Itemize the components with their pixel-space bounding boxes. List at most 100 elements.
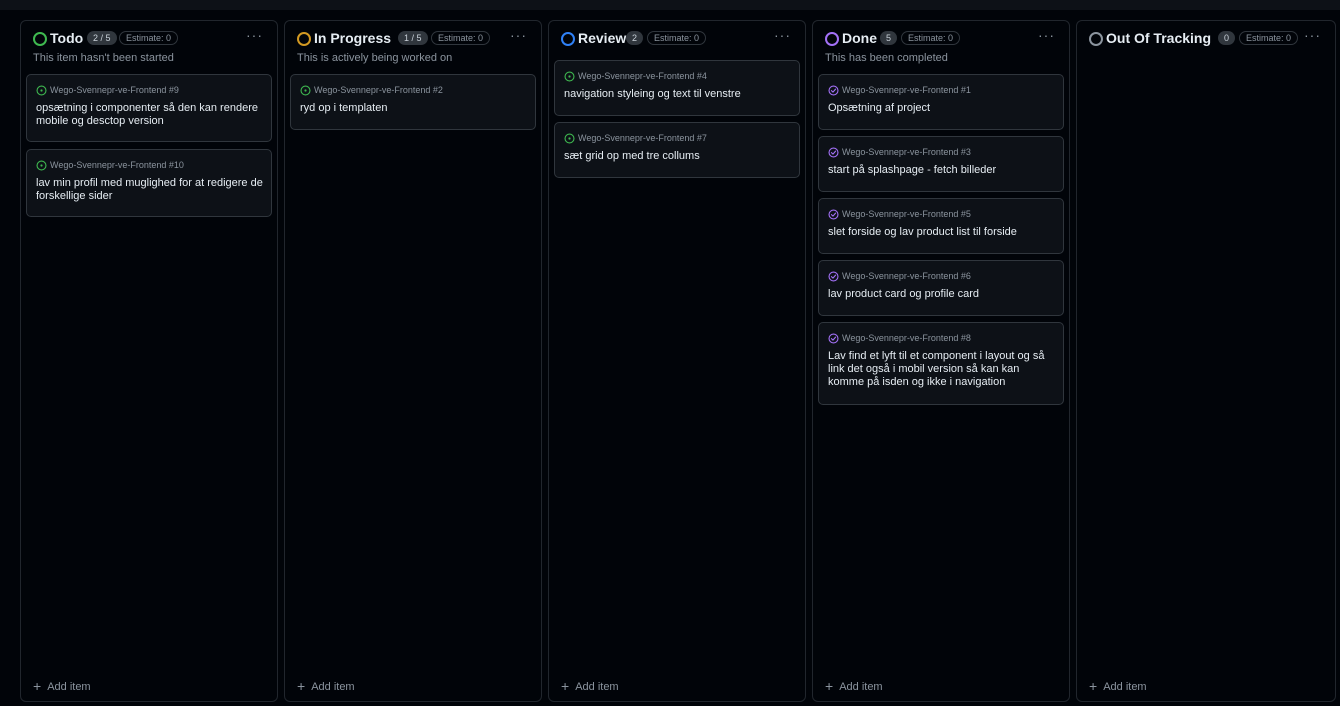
status-circle-icon [561, 32, 575, 46]
plus-icon: + [825, 678, 834, 694]
card-issue-ref: Wego-Svennepr-ve-Frontend #6 [828, 271, 971, 282]
column-title: Todo [50, 30, 84, 46]
item-card[interactable]: Wego-Svennepr-ve-Frontend #10 lav min pr… [26, 149, 272, 217]
card-ref-text[interactable]: Wego-Svennepr-ve-Frontend #2 [314, 85, 443, 95]
column-done: Done 5 Estimate: 0 ··· This has been com… [812, 20, 1070, 702]
plus-icon: + [561, 678, 570, 694]
column-description: This item hasn't been started [33, 52, 174, 64]
card-issue-ref: Wego-Svennepr-ve-Frontend #5 [828, 209, 971, 220]
item-card[interactable]: Wego-Svennepr-ve-Frontend #6 lav product… [818, 260, 1064, 316]
status-circle-icon [33, 32, 47, 46]
open-issue-icon [36, 85, 47, 96]
column-title: Done [842, 30, 877, 46]
card-ref-text[interactable]: Wego-Svennepr-ve-Frontend #8 [842, 333, 971, 343]
status-circle-icon [1089, 32, 1103, 46]
item-card[interactable]: Wego-Svennepr-ve-Frontend #4 navigation … [554, 60, 800, 116]
card-issue-ref: Wego-Svennepr-ve-Frontend #2 [300, 85, 443, 96]
card-issue-ref: Wego-Svennepr-ve-Frontend #8 [828, 333, 971, 344]
item-card[interactable]: Wego-Svennepr-ve-Frontend #5 slet forsid… [818, 198, 1064, 254]
card-issue-ref: Wego-Svennepr-ve-Frontend #10 [36, 160, 184, 171]
add-item-label: Add item [311, 681, 355, 693]
add-item-button[interactable]: + Add item [561, 678, 619, 694]
item-count-badge: 1 / 5 [398, 31, 428, 45]
open-issue-icon [564, 71, 575, 82]
column-title: In Progress [314, 30, 392, 46]
card-title[interactable]: Lav find et lyft til et component i layo… [828, 350, 1055, 389]
card-ref-text[interactable]: Wego-Svennepr-ve-Frontend #3 [842, 147, 971, 157]
card-title[interactable]: ryd op i templaten [300, 102, 527, 115]
item-card[interactable]: Wego-Svennepr-ve-Frontend #7 sæt grid op… [554, 122, 800, 178]
column-review: Review 2 Estimate: 0 ··· Wego-Svennepr-v… [548, 20, 806, 702]
column-todo: Todo 2 / 5 Estimate: 0 ··· This item has… [20, 20, 278, 702]
closed-issue-check-icon [828, 85, 839, 96]
add-item-label: Add item [575, 681, 619, 693]
plus-icon: + [33, 678, 42, 694]
closed-issue-check-icon [828, 333, 839, 344]
plus-icon: + [297, 678, 306, 694]
card-title[interactable]: slet forside og lav product list til for… [828, 226, 1055, 239]
item-count-badge: 2 [626, 31, 644, 45]
column-header: Out Of Tracking 0 Estimate: 0 ··· [1077, 21, 1335, 73]
card-ref-text[interactable]: Wego-Svennepr-ve-Frontend #6 [842, 271, 971, 281]
open-issue-icon [564, 133, 575, 144]
item-card[interactable]: Wego-Svennepr-ve-Frontend #1 Opsætning a… [818, 74, 1064, 130]
card-issue-ref: Wego-Svennepr-ve-Frontend #4 [564, 71, 707, 82]
add-item-label: Add item [839, 681, 883, 693]
estimate-badge: Estimate: 0 [431, 31, 491, 45]
open-issue-icon [36, 160, 47, 171]
card-title[interactable]: Opsætning af project [828, 102, 1055, 115]
closed-issue-check-icon [828, 271, 839, 282]
project-board: Todo 2 / 5 Estimate: 0 ··· This item has… [20, 20, 1338, 702]
item-card[interactable]: Wego-Svennepr-ve-Frontend #9 opsætning i… [26, 74, 272, 142]
card-title[interactable]: start på splashpage - fetch billeder [828, 164, 1055, 177]
add-item-button[interactable]: + Add item [33, 678, 91, 694]
item-card[interactable]: Wego-Svennepr-ve-Frontend #8 Lav find et… [818, 322, 1064, 405]
column-header: Todo 2 / 5 Estimate: 0 ··· This item has… [21, 21, 277, 73]
status-circle-icon [825, 32, 839, 46]
add-item-button[interactable]: + Add item [1089, 678, 1147, 694]
card-ref-text[interactable]: Wego-Svennepr-ve-Frontend #1 [842, 85, 971, 95]
column-more-options-button[interactable]: ··· [246, 27, 263, 43]
column-title: Out Of Tracking [1106, 30, 1212, 46]
column-description: This has been completed [825, 52, 948, 64]
add-item-label: Add item [1103, 681, 1147, 693]
column-out-of-tracking: Out Of Tracking 0 Estimate: 0 ··· + Add i… [1076, 20, 1336, 702]
estimate-badge: Estimate: 0 [1239, 31, 1299, 45]
column-description: This is actively being worked on [297, 52, 453, 64]
card-ref-text[interactable]: Wego-Svennepr-ve-Frontend #5 [842, 209, 971, 219]
add-item-button[interactable]: + Add item [825, 678, 883, 694]
add-item-button[interactable]: + Add item [297, 678, 355, 694]
card-title[interactable]: navigation styleing og text til venstre [564, 88, 791, 101]
column-title: Review [578, 30, 627, 46]
card-issue-ref: Wego-Svennepr-ve-Frontend #1 [828, 85, 971, 96]
column-more-options-button[interactable]: ··· [1038, 27, 1055, 43]
item-count-badge: 2 / 5 [87, 31, 117, 45]
card-issue-ref: Wego-Svennepr-ve-Frontend #7 [564, 133, 707, 144]
card-title[interactable]: lav product card og profile card [828, 288, 1055, 301]
card-title[interactable]: sæt grid op med tre collums [564, 150, 791, 163]
estimate-badge: Estimate: 0 [647, 31, 707, 45]
item-count-badge: 0 [1218, 31, 1236, 45]
column-more-options-button[interactable]: ··· [774, 27, 791, 43]
item-card[interactable]: Wego-Svennepr-ve-Frontend #2 ryd op i te… [290, 74, 536, 130]
card-ref-text[interactable]: Wego-Svennepr-ve-Frontend #9 [50, 85, 179, 95]
card-issue-ref: Wego-Svennepr-ve-Frontend #3 [828, 147, 971, 158]
status-circle-icon [297, 32, 311, 46]
column-header: Done 5 Estimate: 0 ··· This has been com… [813, 21, 1069, 73]
column-more-options-button[interactable]: ··· [1304, 27, 1321, 43]
column-more-options-button[interactable]: ··· [510, 27, 527, 43]
item-card[interactable]: Wego-Svennepr-ve-Frontend #3 start på sp… [818, 136, 1064, 192]
item-count-badge: 5 [880, 31, 898, 45]
card-ref-text[interactable]: Wego-Svennepr-ve-Frontend #4 [578, 71, 707, 81]
add-item-label: Add item [47, 681, 91, 693]
card-title[interactable]: opsætning i componenter så den kan rende… [36, 102, 263, 128]
column-in-progress: In Progress 1 / 5 Estimate: 0 ··· This i… [284, 20, 542, 702]
card-issue-ref: Wego-Svennepr-ve-Frontend #9 [36, 85, 179, 96]
card-ref-text[interactable]: Wego-Svennepr-ve-Frontend #10 [50, 160, 184, 170]
card-title[interactable]: lav min profil med muglighed for at redi… [36, 177, 263, 203]
card-ref-text[interactable]: Wego-Svennepr-ve-Frontend #7 [578, 133, 707, 143]
column-header: In Progress 1 / 5 Estimate: 0 ··· This i… [285, 21, 541, 73]
estimate-badge: Estimate: 0 [901, 31, 961, 45]
estimate-badge: Estimate: 0 [119, 31, 179, 45]
plus-icon: + [1089, 678, 1098, 694]
